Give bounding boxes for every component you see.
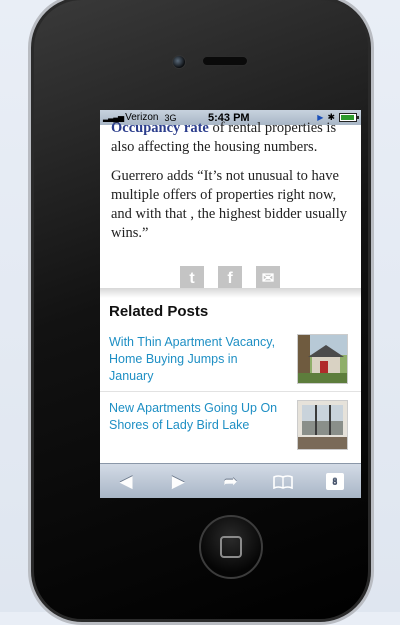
house-thumbnail-image[interactable] [297,334,348,384]
phone-screen: ▂▃▄▅ Verizon 3G 5:43 PM ▶ ✱ Occupancy ra… [100,110,361,498]
book-icon [272,474,293,489]
bookmarks-button[interactable] [270,471,296,493]
pages-count: 8 [332,476,338,487]
pages-button[interactable]: 8 [322,471,348,493]
related-post-item[interactable]: With Thin Apartment Vacancy, Home Buying… [100,334,361,390]
occupancy-rate-link[interactable]: Occupancy rate [111,120,209,136]
facebook-icon: f [227,269,233,287]
related-post-title[interactable]: New Apartments Going Up On Shores of Lad… [109,400,285,434]
facebook-share-button[interactable]: f [218,266,242,290]
back-arrow-icon: ◀ [119,471,133,491]
article-body: Occupancy rate of rental properties is a… [100,120,361,290]
back-button[interactable]: ◀ [113,471,139,493]
related-post-item[interactable]: New Apartments Going Up On Shores of Lad… [100,391,361,456]
share-bar: t f ✉ [180,266,280,290]
forward-arrow-icon: ▶ [171,471,185,491]
article-paragraph-quote: Guerrero adds “It’s not unusual to have … [111,168,347,241]
twitter-icon: t [189,269,195,287]
share-icon: ➦ [223,471,238,491]
forward-button[interactable]: ▶ [165,471,191,493]
email-share-button[interactable]: ✉ [256,266,280,290]
related-post-title[interactable]: With Thin Apartment Vacancy, Home Buying… [109,334,285,385]
related-posts-heading: Related Posts [109,303,209,320]
home-square-icon [220,536,242,558]
earpiece-speaker [202,56,248,66]
front-camera-icon [172,55,186,69]
email-icon: ✉ [261,269,275,287]
apartment-thumbnail-image[interactable] [297,400,348,450]
pages-icon: 8 [325,473,344,490]
home-button[interactable] [199,515,263,579]
browser-toolbar: ◀ ▶ ➦ 8 [100,463,361,498]
article-paragraph: Occupancy rate of rental properties is a… [111,119,356,157]
twitter-share-button[interactable]: t [180,266,204,290]
iphone-device: ▂▃▄▅ Verizon 3G 5:43 PM ▶ ✱ Occupancy ra… [28,0,374,625]
share-action-button[interactable]: ➦ [217,471,243,493]
section-divider [100,288,361,298]
